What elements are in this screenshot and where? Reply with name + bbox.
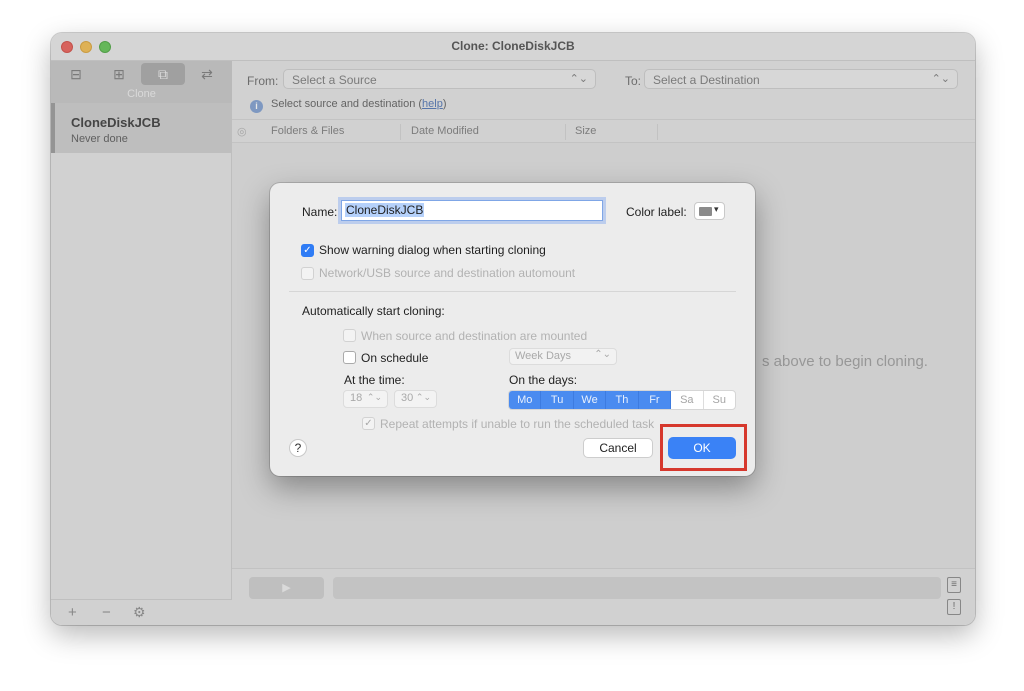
auto-start-heading: Automatically start cloning: (302, 304, 445, 318)
on-days-label: On the days: (509, 373, 578, 387)
divider (289, 291, 736, 292)
schedule-period-select[interactable]: Week Days ⌃⌄ (509, 348, 617, 365)
color-swatch (699, 207, 712, 216)
color-label-picker[interactable]: ▾ (694, 202, 725, 220)
network-automount-checkbox[interactable] (301, 267, 314, 280)
cancel-button[interactable]: Cancel (583, 438, 653, 458)
stepper-arrows-icon: ⌃⌄ (415, 392, 431, 402)
day-toggle-we[interactable]: We (573, 391, 607, 409)
color-label: Color label: (626, 205, 687, 219)
stepper-arrows-icon: ⌃⌄ (366, 392, 382, 402)
repeat-attempts-label: Repeat attempts if unable to run the sch… (380, 417, 655, 431)
ok-button-highlight (660, 424, 747, 471)
repeat-attempts-checkbox[interactable]: ✓ (362, 417, 375, 430)
day-toggle-th[interactable]: Th (606, 391, 639, 409)
name-field-value: CloneDiskJCB (345, 203, 425, 217)
weekday-selector: Mo Tu We Th Fr Sa Su (508, 390, 736, 410)
when-mounted-label: When source and destination are mounted (361, 329, 588, 343)
hour-stepper[interactable]: 18 ⌃⌄ (343, 390, 388, 408)
name-label: Name: (302, 205, 338, 219)
day-toggle-fr[interactable]: Fr (638, 391, 672, 409)
help-button[interactable]: ? (289, 439, 307, 457)
on-schedule-checkbox[interactable] (343, 351, 356, 364)
at-time-label: At the time: (344, 373, 405, 387)
show-warning-checkbox[interactable]: ✓ (301, 244, 314, 257)
hour-value: 18 (350, 392, 363, 404)
chevron-updown-icon: ⌃⌄ (594, 349, 611, 360)
day-toggle-sa[interactable]: Sa (671, 391, 704, 409)
show-warning-label: Show warning dialog when starting clonin… (319, 243, 546, 257)
day-toggle-mo[interactable]: Mo (509, 391, 542, 409)
name-field[interactable]: CloneDiskJCB (341, 200, 603, 221)
when-mounted-checkbox[interactable] (343, 329, 356, 342)
minute-value: 30 (401, 392, 414, 404)
day-toggle-tu[interactable]: Tu (541, 391, 574, 409)
chevron-down-icon: ▾ (714, 204, 719, 214)
schedule-period-value: Week Days (515, 350, 572, 362)
day-toggle-su[interactable]: Su (704, 391, 735, 409)
minute-stepper[interactable]: 30 ⌃⌄ (394, 390, 437, 408)
on-schedule-label: On schedule (361, 351, 429, 365)
stage: Clone: CloneDiskJCB ⊟ ⊞ ⧉ ⇄ Clone CloneD… (0, 0, 1024, 691)
network-automount-label: Network/USB source and destination autom… (319, 266, 576, 280)
